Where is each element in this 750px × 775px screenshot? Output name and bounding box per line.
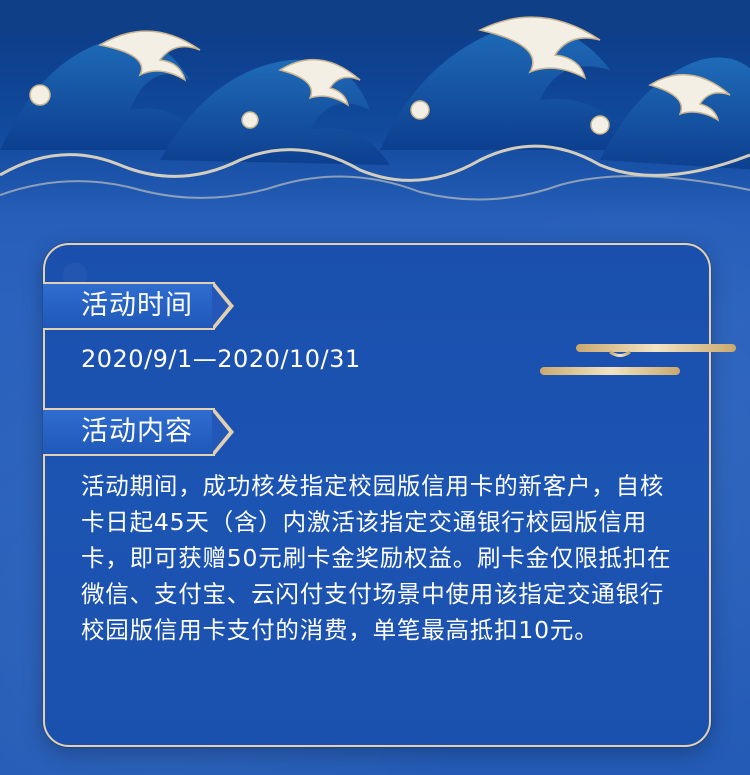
activity-content-paragraph: 活动期间，成功核发指定校园版信用卡的新客户，自核卡日起45天（含）内激活该指定交… — [81, 472, 672, 644]
ocean-waves-banner — [0, 0, 750, 215]
gold-cloud-line-icon — [540, 344, 736, 375]
ocean-waves-icon — [0, 0, 750, 201]
heading-arrow-icon — [212, 282, 234, 330]
activity-date-range: 2020/9/1—2020/10/31 — [81, 345, 361, 373]
activity-content-heading: 活动内容 — [43, 408, 234, 456]
heading-arrow-icon — [212, 408, 234, 456]
activity-time-heading-label: 活动时间 — [43, 282, 215, 330]
activity-time-heading: 活动时间 — [43, 282, 234, 330]
activity-content-heading-label: 活动内容 — [43, 408, 215, 456]
